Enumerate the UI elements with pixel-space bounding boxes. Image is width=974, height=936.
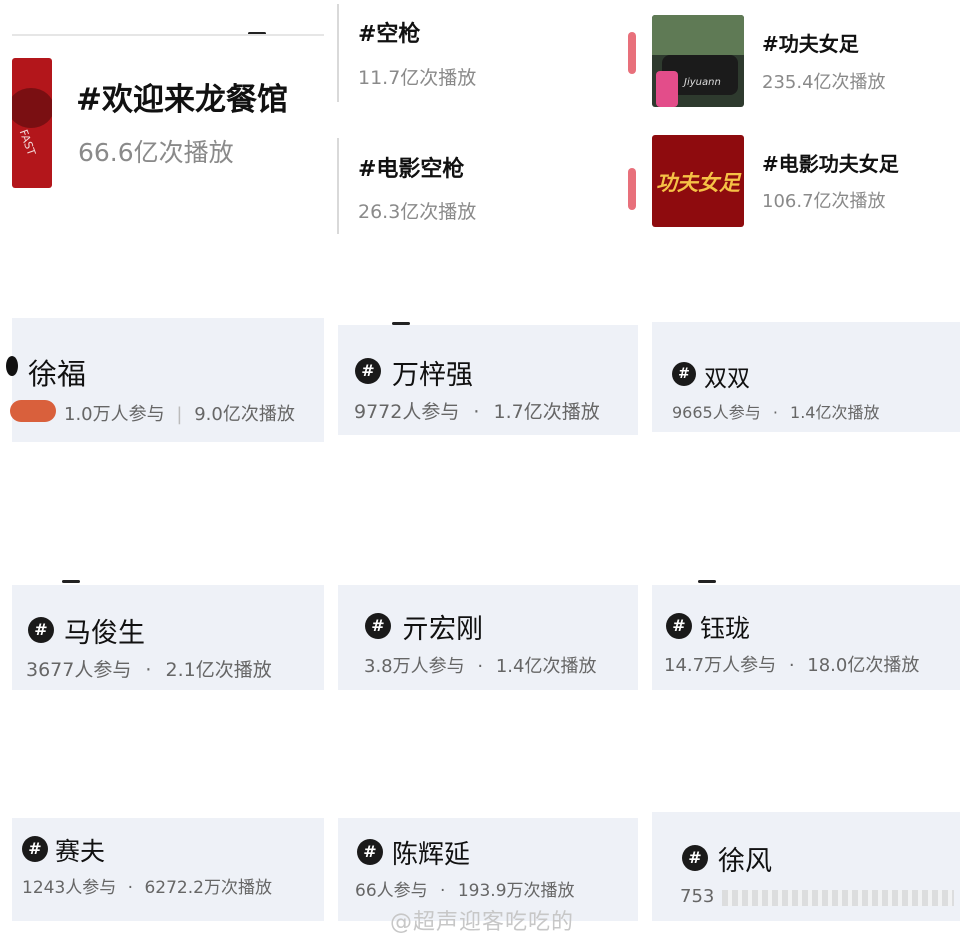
hashtag-icon: # [357, 839, 383, 865]
topic-stats: 3677人参与 · 2.1亿次播放 [26, 655, 272, 682]
hashtag-title-main[interactable]: #欢迎来龙餐馆 [76, 74, 288, 119]
hashtag-title-movie-kongqiang[interactable]: #电影空枪 [358, 151, 464, 183]
topic-stats: 14.7万人参与 · 18.0亿次播放 [664, 651, 919, 677]
topic-card[interactable]: # 双双 9665人参与 · 1.4亿次播放 [652, 322, 960, 432]
topic-participants: 9772人参与 [354, 401, 460, 423]
topic-participants: 9665人参与 [672, 403, 761, 422]
topic-participants: 66人参与 [355, 881, 428, 901]
hashtag-plays-gongfu-nvzu: 235.4亿次播放 [762, 72, 886, 93]
stats-separator: · [772, 403, 778, 422]
thumbnail-text: Jiyuann [684, 77, 721, 88]
stats-separator: · [440, 881, 446, 901]
stats-separator: | [176, 404, 183, 425]
topic-stats: 3.8万人参与 · 1.4亿次播放 [364, 652, 596, 678]
column-divider [337, 138, 339, 234]
topic-participants: 14.7万人参与 [664, 655, 777, 676]
hashtag-icon: # [666, 613, 692, 639]
topic-name: 万梓强 [392, 360, 473, 391]
thumbnail-text: 功夫女足 [656, 171, 740, 195]
hashtag-icon: # [22, 836, 48, 862]
topic-card[interactable]: 徐福 1.0万人参与 | 9.0亿次播放 [6, 318, 324, 442]
stats-separator: · [145, 659, 152, 681]
divider-line [12, 34, 324, 36]
topic-name: 马俊生 [64, 618, 145, 649]
rank-marker [628, 168, 636, 210]
topic-plays: 193.9万次播放 [457, 881, 575, 901]
topic-name: 赛夫 [55, 837, 106, 866]
topic-stats: 753 [680, 886, 714, 907]
hashtag-plays-main: 66.6亿次播放 [78, 138, 234, 167]
stats-separator: · [788, 655, 795, 676]
topic-card[interactable]: # 赛夫 1243人参与 · 6272.2万次播放 [12, 818, 324, 921]
topic-card[interactable]: # 钰珑 14.7万人参与 · 18.0亿次播放 [652, 585, 960, 690]
column-divider [337, 4, 339, 102]
stats-separator: · [473, 401, 480, 423]
divider-dash [698, 580, 716, 583]
topic-card[interactable]: # 亓宏刚 3.8万人参与 · 1.4亿次播放 [338, 585, 638, 690]
topic-participants: 3.8万人参与 [364, 656, 465, 677]
hashtag-thumbnail-main[interactable]: FAST [12, 58, 52, 188]
participant-avatars [10, 400, 56, 422]
hashtag-icon: # [28, 617, 54, 643]
thumbnail-text: FAST [16, 127, 38, 158]
topic-stats: 9772人参与 · 1.7亿次播放 [354, 397, 600, 424]
rank-marker [628, 32, 636, 74]
topic-plays: 1.4亿次播放 [790, 403, 880, 422]
topic-participants: 1.0万人参与 [64, 404, 165, 425]
topic-plays: 6272.2万次播放 [144, 878, 272, 898]
topic-name: 双双 [704, 366, 750, 392]
hashtag-icon: # [682, 845, 708, 871]
hashtag-icon: # [365, 613, 391, 639]
topic-icon [6, 356, 18, 376]
topic-card[interactable]: # 马俊生 3677人参与 · 2.1亿次播放 [12, 585, 324, 690]
hashtag-plays-movie-gongfu-nvzu: 106.7亿次播放 [762, 191, 886, 212]
topic-participants: 753 [680, 886, 715, 907]
topic-name: 徐风 [718, 846, 772, 877]
hashtag-icon: # [355, 358, 381, 384]
topic-stats: 9665人参与 · 1.4亿次播放 [672, 399, 879, 423]
hashtag-icon: # [672, 362, 696, 386]
topic-plays: 9.0亿次播放 [194, 404, 295, 425]
topic-card[interactable]: # 徐风 753 [652, 812, 960, 921]
stats-separator: · [127, 878, 134, 898]
thumbnail-shape [12, 88, 52, 128]
hashtag-title-gongfu-nvzu[interactable]: #功夫女足 [762, 28, 859, 57]
topic-plays: 2.1亿次播放 [165, 659, 272, 681]
divider-dash [62, 580, 80, 583]
topic-participants: 1243人参与 [22, 878, 117, 898]
topic-plays: 1.7亿次播放 [493, 401, 600, 423]
topic-stats: 66人参与 · 193.9万次播放 [355, 876, 575, 901]
topic-name: 徐福 [28, 357, 87, 391]
topic-plays: 1.4亿次播放 [495, 656, 597, 677]
watermark-text: @超声迎客吃吃的 [390, 910, 575, 935]
topic-stats: 1.0万人参与 | 9.0亿次播放 [64, 400, 295, 426]
hashtag-plays-movie-kongqiang: 26.3亿次播放 [358, 201, 477, 223]
stats-separator: · [477, 656, 484, 677]
hashtag-thumbnail-gongfu[interactable]: Jiyuann [652, 15, 744, 107]
topic-stats: 1243人参与 · 6272.2万次播放 [22, 873, 272, 898]
topic-name: 陈辉延 [392, 840, 471, 870]
thumbnail-bag [656, 71, 678, 107]
hashtag-title-kongqiang[interactable]: #空枪 [358, 16, 420, 48]
watermark-overlay [722, 890, 954, 906]
topic-name: 钰珑 [700, 614, 751, 643]
hashtag-thumbnail-movie-gongfu[interactable]: 功夫女足 [652, 135, 744, 227]
topic-name: 亓宏刚 [402, 614, 483, 645]
hashtag-title-movie-gongfu-nvzu[interactable]: #电影功夫女足 [762, 148, 899, 177]
topic-plays: 18.0亿次播放 [807, 655, 920, 676]
topic-card[interactable]: # 万梓强 9772人参与 · 1.7亿次播放 [338, 325, 638, 435]
hashtag-plays-kongqiang: 11.7亿次播放 [358, 67, 477, 89]
thumbnail-trees [652, 15, 744, 55]
topic-participants: 3677人参与 [26, 659, 132, 681]
